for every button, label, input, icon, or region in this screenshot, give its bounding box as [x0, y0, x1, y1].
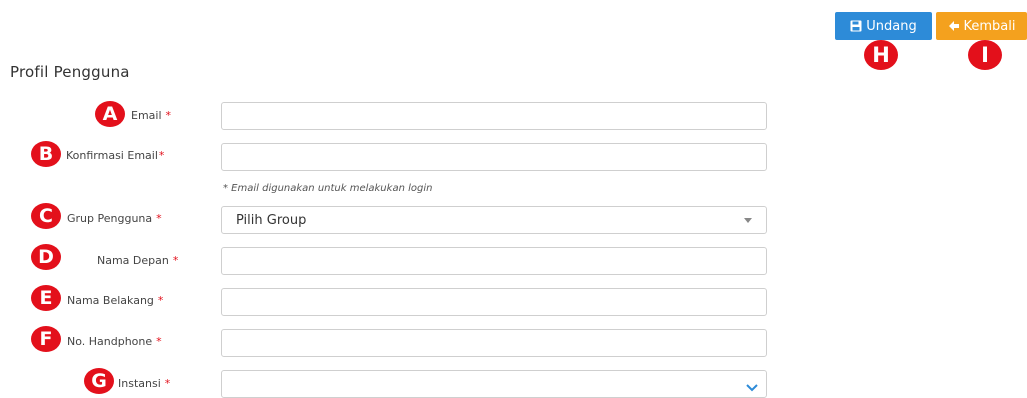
group-label: Grup Pengguna * — [67, 212, 162, 225]
marker-c: C — [31, 203, 61, 229]
phone-field[interactable] — [221, 329, 767, 357]
marker-h: H — [864, 40, 898, 70]
last-name-label: Nama Belakang * — [67, 294, 164, 307]
first-name-field[interactable] — [221, 247, 767, 275]
arrow-left-icon — [948, 20, 960, 32]
marker-a: A — [95, 101, 125, 127]
group-select[interactable]: Pilih Group — [221, 206, 767, 234]
agency-select[interactable] — [221, 370, 767, 398]
save-icon — [850, 20, 862, 32]
back-button-label: Kembali — [963, 18, 1016, 34]
marker-i: I — [968, 40, 1002, 70]
page-title: Profil Pengguna — [10, 63, 130, 81]
required-mark: * — [156, 335, 162, 348]
chevron-down-icon — [746, 377, 758, 396]
marker-d: D — [31, 244, 61, 270]
required-mark: * — [158, 149, 165, 162]
last-name-field[interactable] — [221, 288, 767, 316]
agency-label: Instansi * — [118, 377, 171, 390]
email-label: Email * — [131, 109, 172, 122]
required-mark: * — [156, 212, 162, 225]
invite-button[interactable]: Undang — [835, 12, 932, 40]
marker-b: B — [31, 141, 61, 167]
marker-f: F — [31, 326, 61, 352]
required-mark: * — [165, 109, 172, 122]
email-hint: * Email digunakan untuk melakukan login — [223, 183, 433, 194]
required-mark: * — [164, 377, 171, 390]
invite-button-label: Undang — [866, 18, 917, 34]
email-field[interactable] — [221, 102, 767, 130]
back-button[interactable]: Kembali — [936, 12, 1027, 40]
required-mark: * — [157, 294, 164, 307]
confirm-email-field[interactable] — [221, 143, 767, 171]
required-mark: * — [172, 254, 179, 267]
phone-label: No. Handphone * — [67, 335, 162, 348]
marker-e: E — [31, 285, 61, 311]
caret-down-icon — [744, 218, 752, 223]
confirm-email-label: Konfirmasi Email* — [66, 149, 165, 162]
first-name-label: Nama Depan * — [97, 254, 179, 267]
group-select-value: Pilih Group — [236, 213, 307, 228]
marker-g: G — [84, 368, 114, 394]
